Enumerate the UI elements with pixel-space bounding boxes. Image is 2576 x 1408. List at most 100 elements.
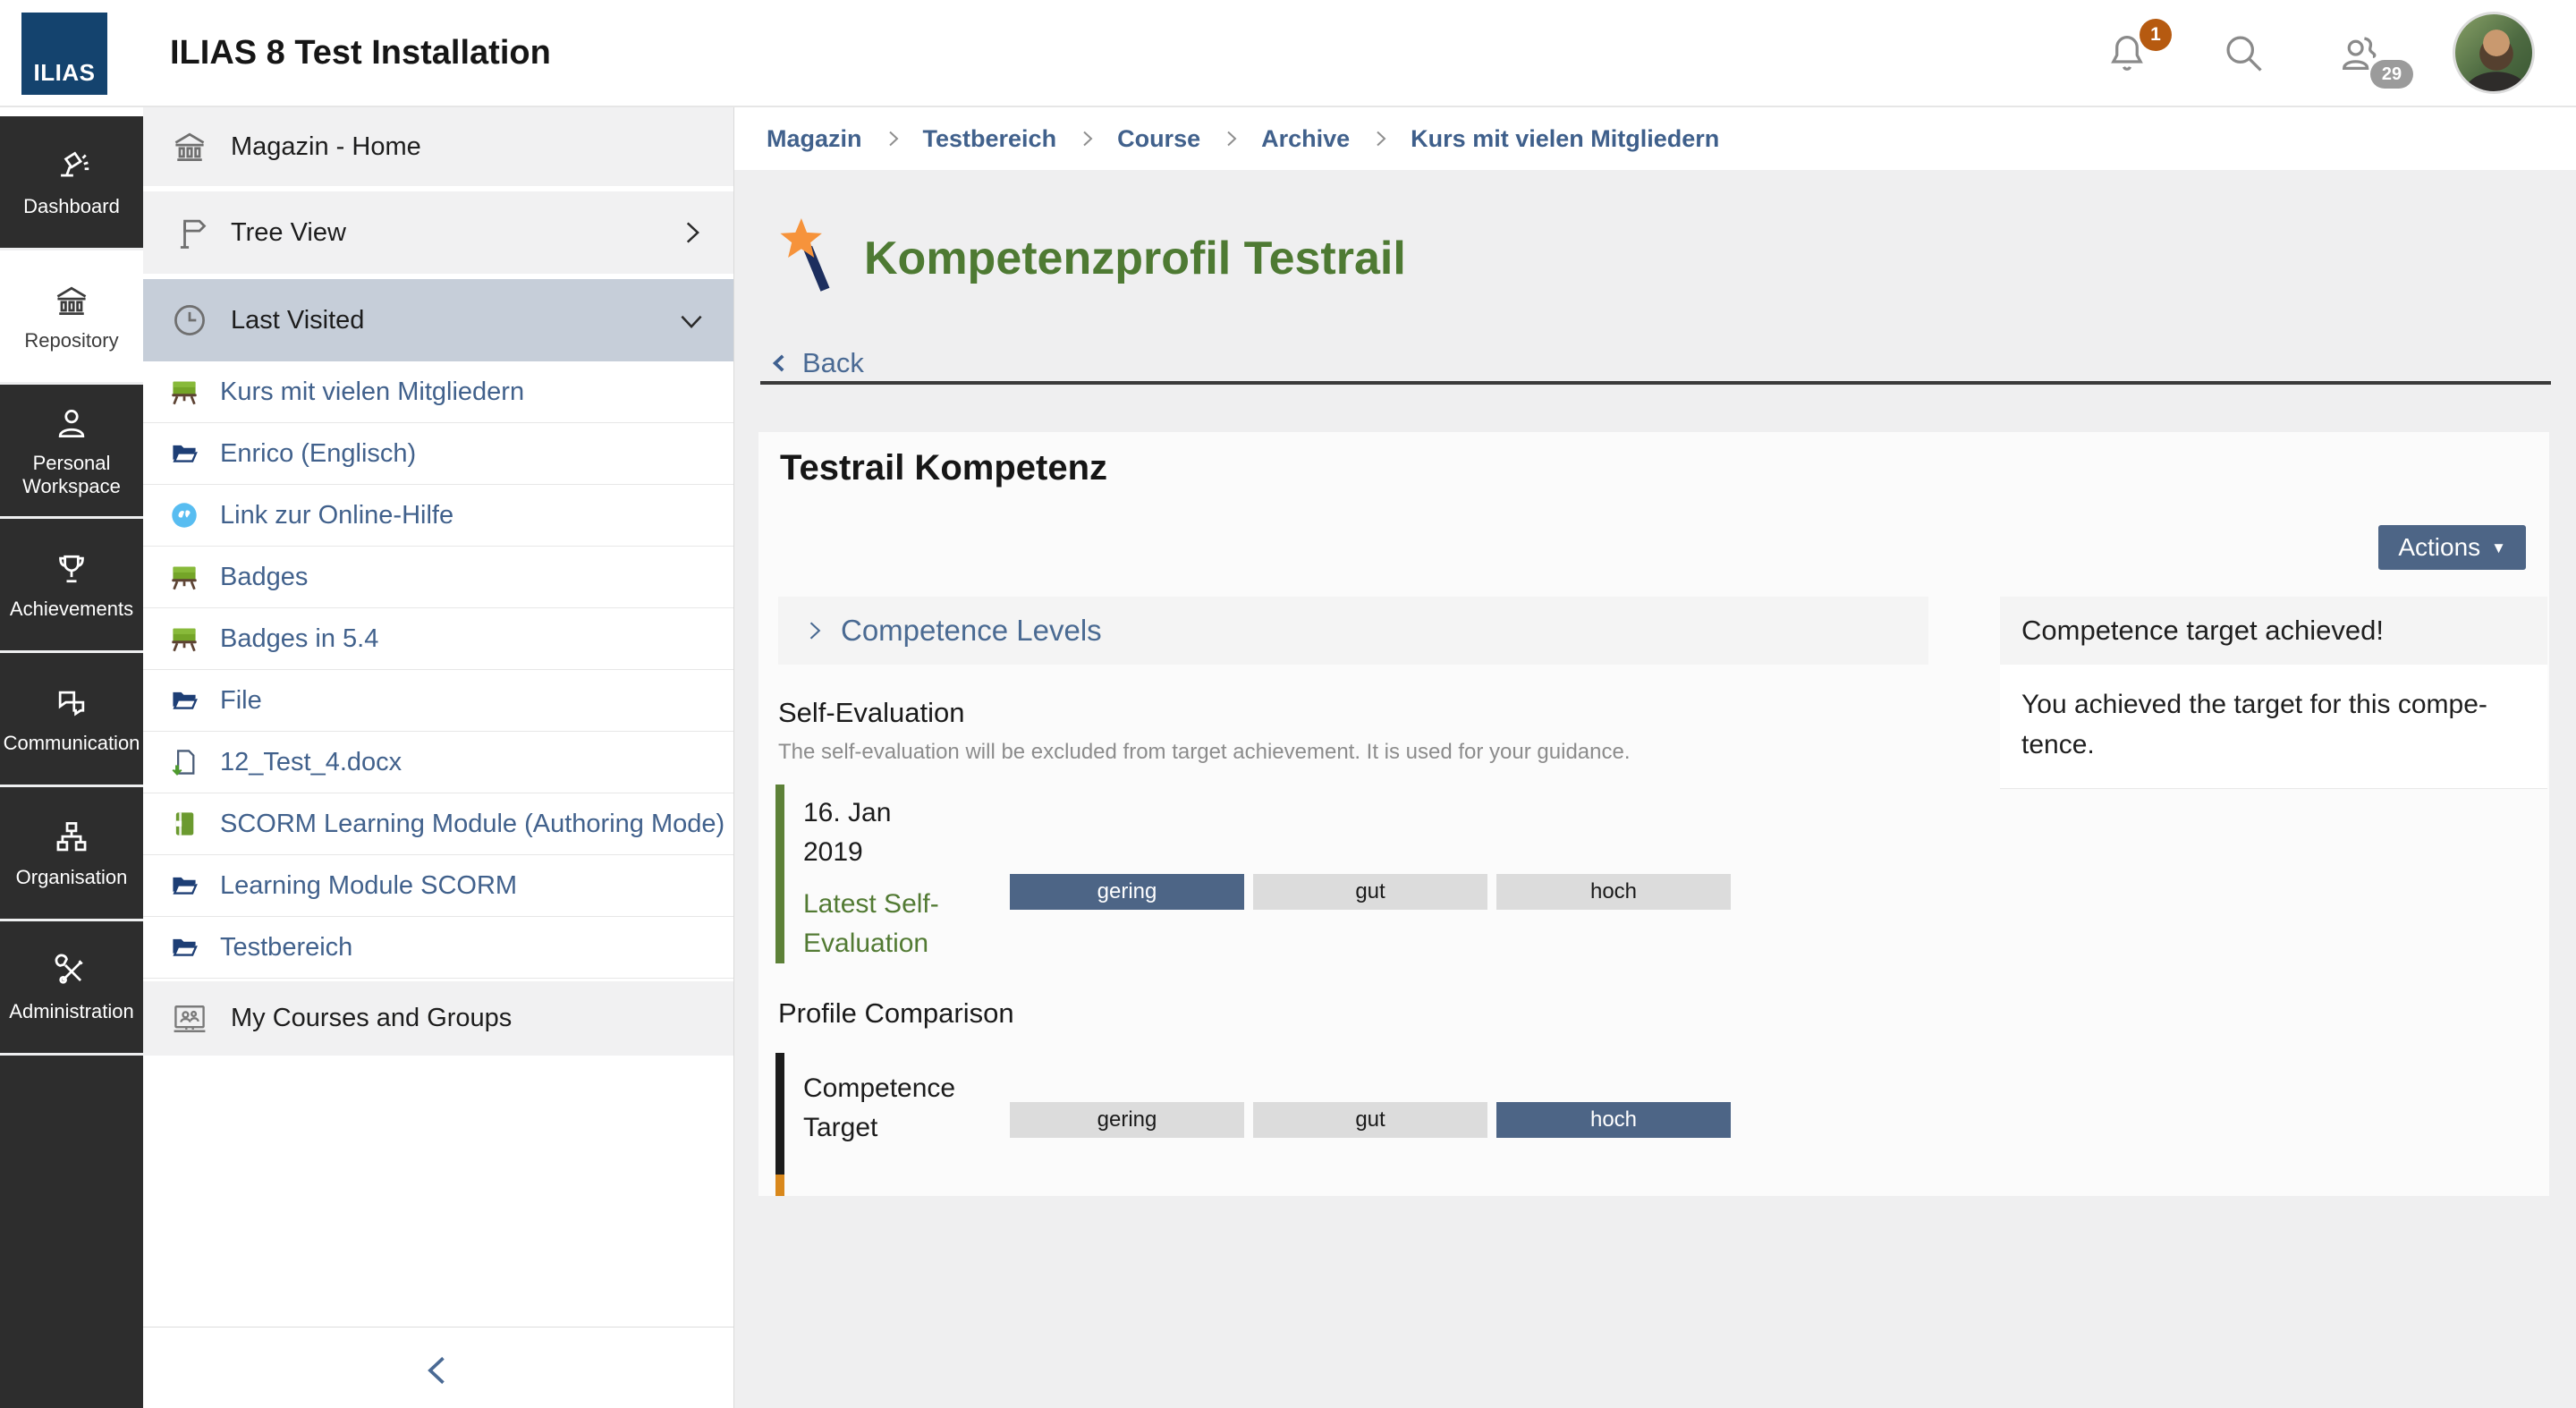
last-visited-item-testbereich[interactable]: Testbereich: [143, 917, 733, 979]
competence-card: Testrail Kompetenz Actions ▼ Competence …: [758, 432, 2549, 1196]
weblink-icon: [170, 501, 199, 530]
self-evaluation-description: The self-evaluation will be excluded fro…: [778, 740, 1631, 765]
course-icon: [170, 624, 199, 653]
target-achieved-panel: Competence target achieved! You achieved…: [2000, 597, 2547, 789]
rail-item-personal-workspace[interactable]: Personal Workspace: [0, 385, 143, 519]
course-icon: [170, 563, 199, 591]
target-achieved-body: You achieved the target for this compe­t…: [2000, 665, 2547, 789]
competence-card-heading: Testrail Kompetenz: [780, 448, 1107, 488]
entry-date-line2: 2019: [803, 833, 1920, 872]
scale-segment-gut: gut: [1253, 874, 1487, 910]
sidebar-item-my-courses[interactable]: My Courses and Groups: [143, 979, 733, 1056]
breadcrumb-testbereich[interactable]: Testbereich: [923, 125, 1057, 153]
rail-item-communication[interactable]: Communication: [0, 653, 143, 787]
sidebar-item-magazin-home[interactable]: Magazin - Home: [143, 107, 733, 186]
search-icon[interactable]: [2220, 30, 2267, 76]
last-visited-item-scorm-authoring[interactable]: SCORM Learning Module (Authoring Mode): [143, 793, 733, 855]
repository-bank-icon: [52, 281, 91, 320]
sidebar-item-tree-view[interactable]: Tree View: [143, 191, 733, 274]
rail-item-achievements[interactable]: Achievements: [0, 519, 143, 653]
collapse-sidebar-button[interactable]: [143, 1327, 733, 1408]
course-icon: [170, 377, 199, 406]
notifications-bell-icon[interactable]: 1: [2104, 30, 2150, 76]
chevron-right-icon: [882, 128, 903, 149]
chat-bubbles-icon: [52, 683, 91, 723]
folder-icon: [170, 439, 199, 468]
competence-target-entry: Competence Target gering gut hoch: [775, 1053, 1920, 1176]
profile-comparison-heading: Profile Comparison: [778, 997, 1014, 1030]
last-visited-item-lm-scorm[interactable]: Learning Module SCORM: [143, 855, 733, 917]
self-evaluation-heading: Self-Evaluation: [778, 697, 965, 729]
sidebar-item-last-visited[interactable]: Last Visited: [143, 279, 733, 361]
page-title: Kompetenzprofil Testrail: [864, 232, 1406, 285]
main-content: Magazin Testbereich Course Archive Kurs …: [734, 107, 2576, 1408]
last-visited-item-enrico[interactable]: Enrico (Englisch): [143, 423, 733, 485]
self-evaluation-entry: 16. Jan 2019 Latest Self-Evaluation geri…: [775, 785, 1920, 963]
back-link[interactable]: Back: [768, 347, 864, 379]
file-download-icon: [170, 748, 199, 776]
breadcrumb: Magazin Testbereich Course Archive Kurs …: [734, 107, 2576, 170]
ilias-logo[interactable]: ILIAS: [21, 13, 107, 95]
self-evaluation-scale: gering gut hoch: [1010, 874, 1731, 910]
folder-icon: [170, 871, 199, 900]
chevron-left-icon: [768, 352, 792, 375]
user-avatar[interactable]: [2453, 12, 2535, 94]
page-title-row: Kompetenzprofil Testrail: [771, 216, 1406, 301]
bank-icon: [170, 127, 209, 166]
trophy-icon: [52, 549, 91, 589]
last-visited-item-docx[interactable]: 12_Test_4.docx: [143, 732, 733, 793]
folder-icon: [170, 686, 199, 715]
chevron-left-icon: [419, 1346, 458, 1390]
courses-group-icon: [170, 999, 209, 1039]
last-visited-item-file[interactable]: File: [143, 670, 733, 732]
rail-item-administration[interactable]: Administration: [0, 921, 143, 1056]
breadcrumb-kurs[interactable]: Kurs mit vielen Mitgliedern: [1411, 125, 1719, 153]
repository-sidebar: Magazin - Home Tree View Last Visited Ku…: [143, 107, 734, 1408]
chevron-right-icon: [801, 618, 826, 643]
rail-item-dashboard[interactable]: Dashboard: [0, 116, 143, 250]
scale-segment-gering: gering: [1010, 1102, 1244, 1138]
entry-date-line1: 16. Jan: [803, 793, 1920, 833]
rail-item-organisation[interactable]: Organisation: [0, 787, 143, 921]
last-visited-item-badges[interactable]: Badges: [143, 547, 733, 608]
notifications-badge: 1: [2140, 19, 2172, 51]
scale-segment-gut: gut: [1253, 1102, 1487, 1138]
header-actions: 1 29: [2104, 0, 2535, 106]
scale-segment-gering: gering: [1010, 874, 1244, 910]
latest-self-evaluation-link[interactable]: Latest Self-Evaluation: [803, 885, 982, 963]
breadcrumb-magazin[interactable]: Magazin: [767, 125, 862, 153]
caret-down-icon: ▼: [2491, 540, 2506, 556]
chevron-right-icon: [1220, 128, 1241, 149]
tools-icon: [52, 952, 91, 991]
clock-icon: [170, 301, 209, 340]
folder-icon: [170, 933, 199, 962]
competence-target-label: Competence Target: [803, 1069, 991, 1148]
last-visited-item-kurs[interactable]: Kurs mit vielen Mitgliedern: [143, 361, 733, 423]
last-visited-item-online-help[interactable]: Link zur Online-Hilfe: [143, 485, 733, 547]
chevron-right-icon: [1076, 128, 1097, 149]
competence-levels-toggle[interactable]: Competence Levels: [778, 597, 1928, 665]
contacts-badge: 29: [2370, 60, 2413, 89]
breadcrumb-course[interactable]: Course: [1117, 125, 1200, 153]
magic-wand-icon: [771, 216, 839, 301]
installation-title: ILIAS 8 Test Installation: [170, 0, 551, 106]
chevron-down-icon: [676, 305, 707, 335]
signpost-icon: [170, 213, 209, 252]
org-chart-icon: [52, 818, 91, 857]
target-achieved-heading: Competence target achieved!: [2000, 597, 2547, 665]
actions-dropdown-button[interactable]: Actions ▼: [2378, 525, 2526, 570]
last-visited-item-badges-54[interactable]: Badges in 5.4: [143, 608, 733, 670]
scorm-module-icon: [170, 810, 199, 838]
breadcrumb-archive[interactable]: Archive: [1261, 125, 1350, 153]
scale-segment-hoch: hoch: [1496, 874, 1731, 910]
main-nav-rail: Dashboard Repository Personal Workspace …: [0, 116, 143, 1408]
dashboard-lamp-icon: [52, 147, 91, 186]
next-entry-marker: [775, 1175, 784, 1196]
contacts-users-icon[interactable]: 29: [2336, 30, 2383, 76]
section-divider: [760, 381, 2551, 385]
chevron-right-icon: [1369, 128, 1391, 149]
person-icon: [52, 403, 91, 443]
chevron-right-icon: [676, 217, 707, 248]
rail-item-repository[interactable]: Repository: [0, 250, 143, 385]
competence-target-scale: gering gut hoch: [1010, 1102, 1731, 1138]
